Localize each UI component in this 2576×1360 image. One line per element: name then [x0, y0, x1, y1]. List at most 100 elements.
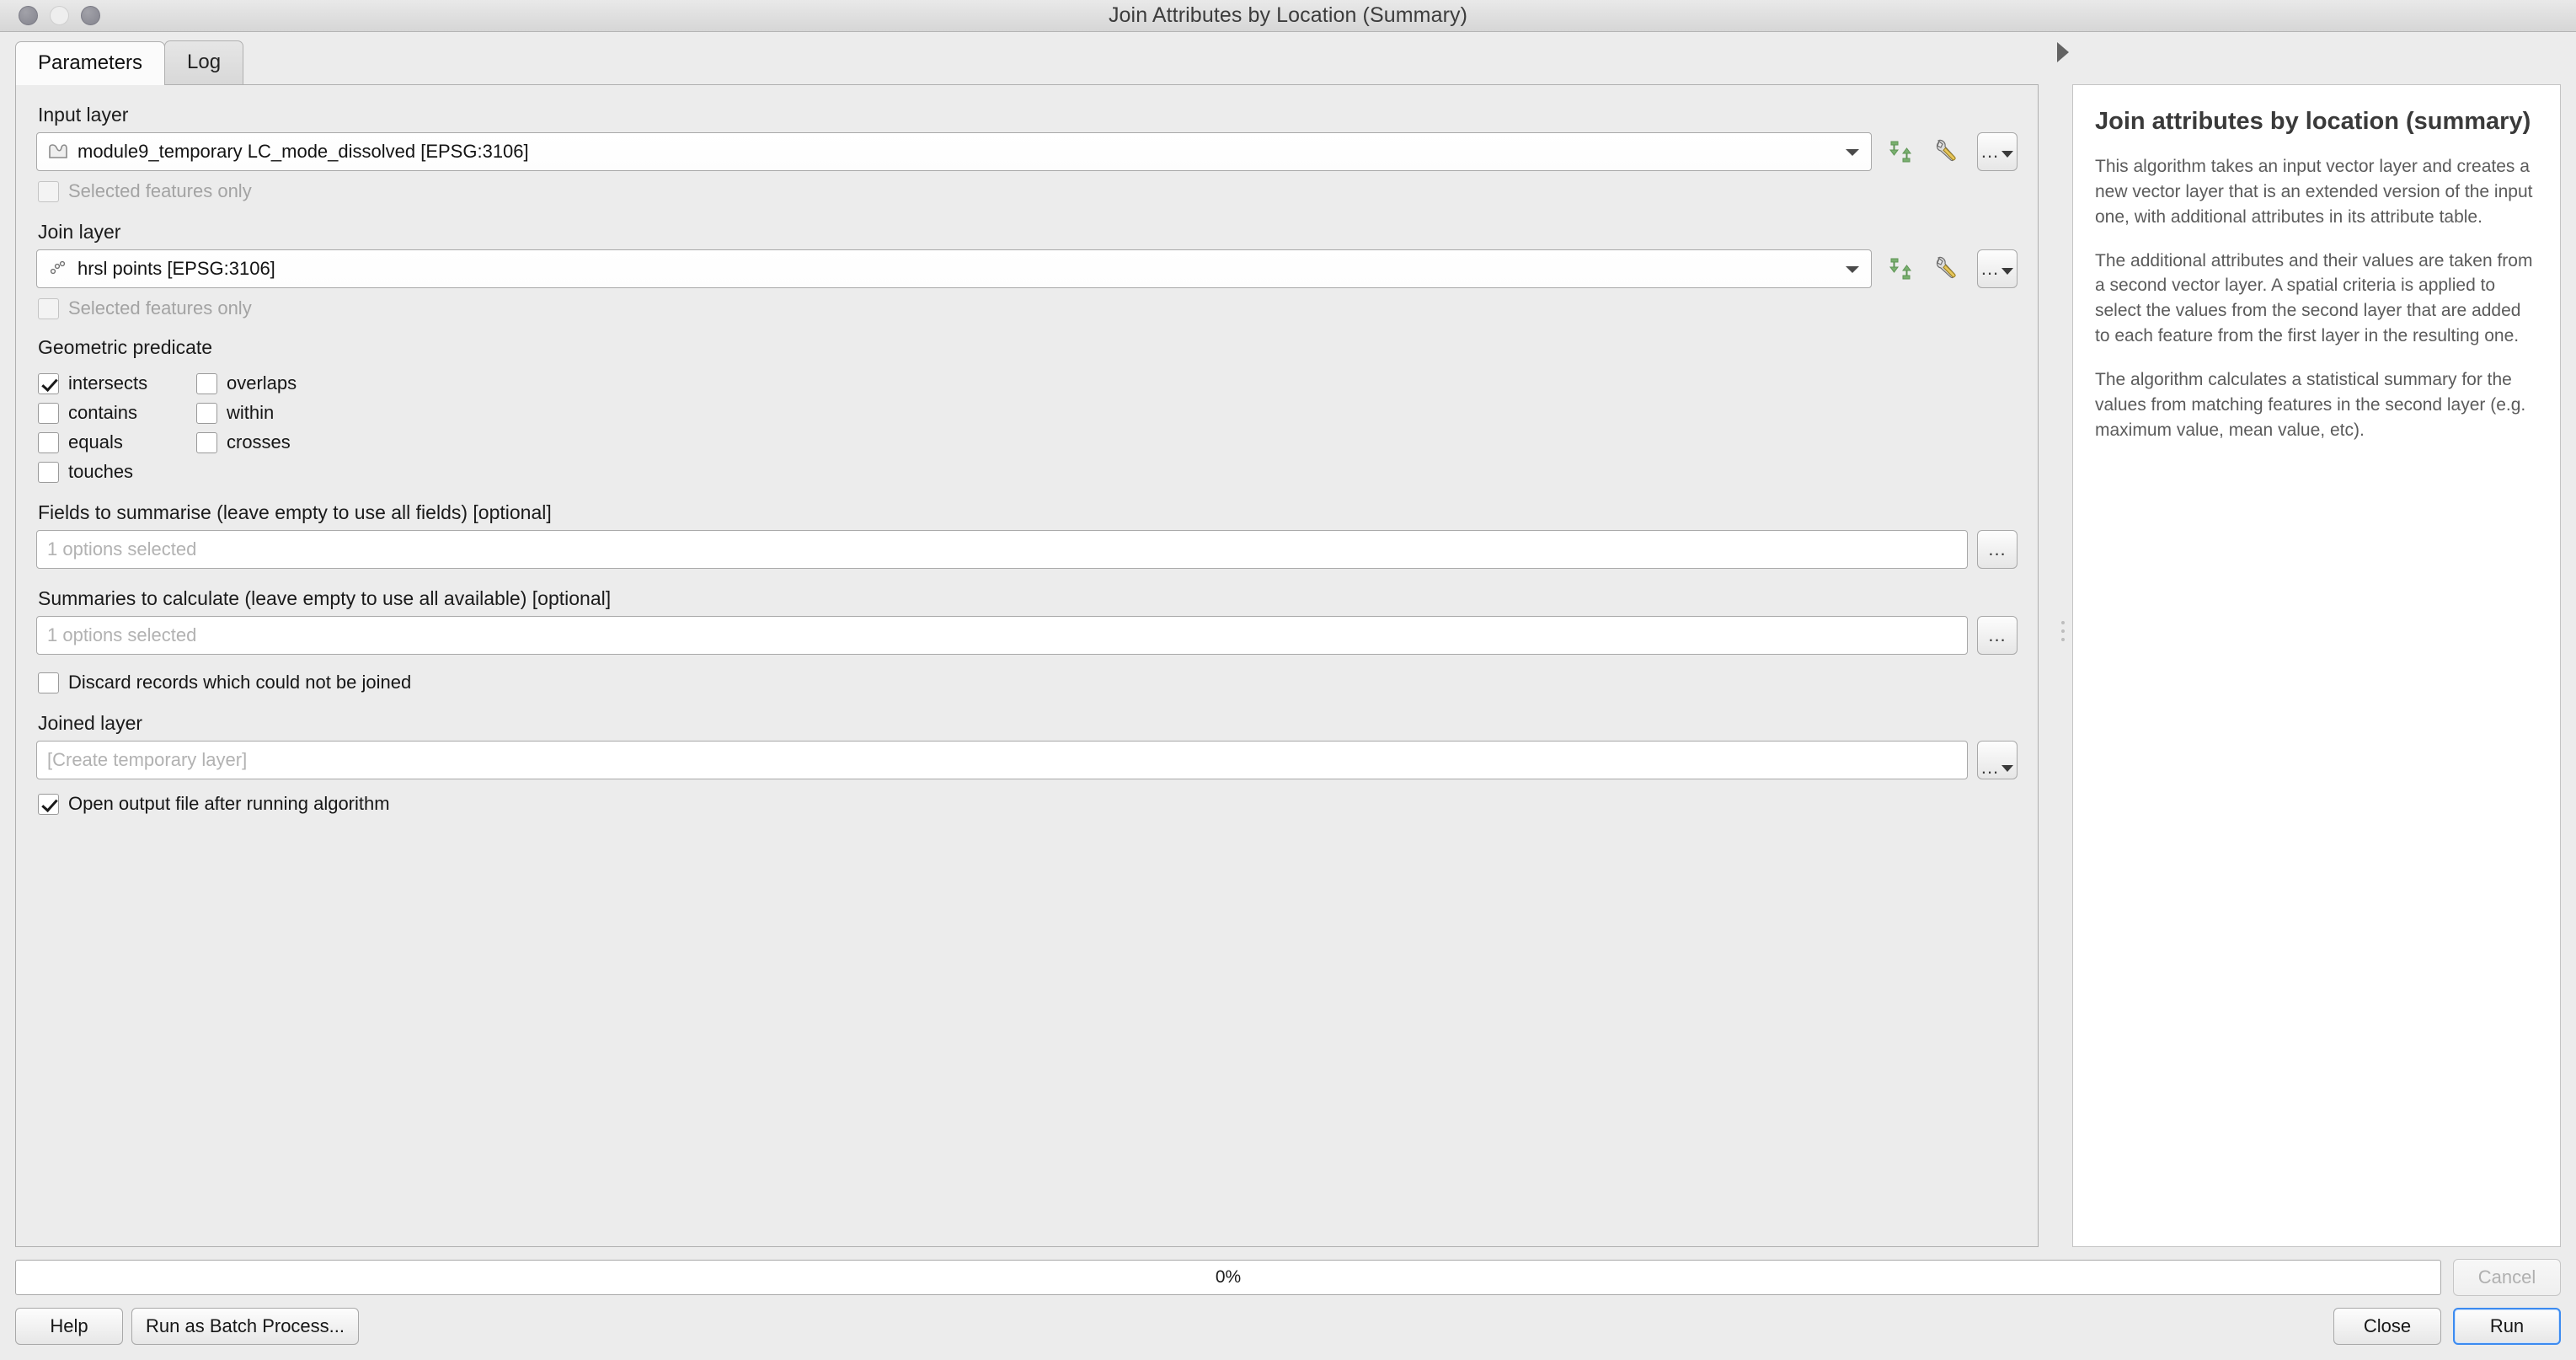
summaries-to-calculate-label: Summaries to calculate (leave empty to u…: [38, 587, 612, 609]
point-layer-icon: [45, 258, 71, 280]
joined-layer-label: Joined layer: [38, 712, 143, 734]
help-paragraph: This algorithm takes an input vector lay…: [2095, 157, 2533, 227]
run-button[interactable]: Run: [2453, 1308, 2561, 1345]
window-titlebar: Join Attributes by Location (Summary): [0, 0, 2576, 32]
geometric-predicate-label: Geometric predicate: [38, 336, 213, 358]
predicate-within[interactable]: within: [196, 402, 353, 424]
splitter-handle[interactable]: [2054, 32, 2072, 1247]
fields-to-summarise-browse-button[interactable]: ...: [1977, 530, 2018, 569]
predicate-crosses-label: crosses: [227, 431, 291, 452]
predicate-crosses[interactable]: crosses: [196, 431, 353, 453]
join-layer-value: hrsl points [EPSG:3106]: [77, 258, 275, 279]
predicate-touches-checkbox[interactable]: [38, 461, 59, 483]
predicate-intersects-label: intersects: [68, 372, 148, 394]
dialog-buttons-row: Help Run as Batch Process... Close Run: [15, 1308, 2561, 1345]
footer-bar: 0% Cancel Help Run as Batch Process... C…: [0, 1247, 2576, 1360]
summaries-to-calculate-browse-button[interactable]: ...: [1977, 616, 2018, 655]
fields-to-summarise-row: 1 options selected ...: [36, 530, 2018, 569]
predicate-overlaps-label: overlaps: [227, 372, 297, 394]
geometric-predicate-group: intersects overlaps contains within equa…: [36, 365, 2018, 483]
joined-layer-input[interactable]: [Create temporary layer]: [36, 741, 1968, 779]
help-paragraph: The algorithm calculates a statistical s…: [2095, 369, 2526, 440]
join-layer-more-button[interactable]: ...: [1977, 249, 2018, 288]
window-title: Join Attributes by Location (Summary): [1108, 3, 1468, 27]
discard-records-row[interactable]: Discard records which could not be joine…: [38, 672, 2018, 693]
dialog-buttons-left: Help Run as Batch Process...: [15, 1308, 359, 1345]
caret-down-icon: [2001, 765, 2014, 772]
parameters-pane: Parameters Log Input layer module9_tempo…: [0, 32, 2054, 1247]
content-area: Parameters Log Input layer module9_tempo…: [0, 32, 2576, 1247]
summaries-to-calculate-row: 1 options selected ...: [36, 616, 2018, 655]
predicate-row: contains within: [36, 394, 2018, 424]
predicate-within-checkbox[interactable]: [196, 402, 217, 424]
predicate-equals-checkbox[interactable]: [38, 431, 59, 453]
iterate-icon[interactable]: [1881, 249, 1920, 288]
join-selected-features-label: Selected features only: [68, 297, 252, 319]
splitter-grip-icon: [2061, 621, 2065, 641]
ellipsis-icon: ...: [1980, 141, 2000, 162]
discard-records-checkbox[interactable]: [38, 672, 59, 693]
fields-to-summarise-input[interactable]: 1 options selected: [36, 530, 1968, 569]
summaries-to-calculate-input[interactable]: 1 options selected: [36, 616, 1968, 655]
joined-layer-save-button[interactable]: ...: [1977, 741, 2018, 779]
ellipsis-icon: ...: [1980, 757, 2000, 778]
dialog-body: Parameters Log Input layer module9_tempo…: [0, 32, 2576, 1360]
tab-parameters[interactable]: Parameters: [15, 41, 166, 85]
close-dialog-button[interactable]: Close: [2333, 1308, 2441, 1345]
collapse-panel-arrow-icon[interactable]: [2057, 42, 2069, 62]
help-title: Join attributes by location (summary): [2095, 108, 2531, 135]
chevron-down-icon: [1846, 266, 1859, 273]
input-layer-row: module9_temporary LC_mode_dissolved [EPS…: [36, 132, 2018, 171]
predicate-within-label: within: [227, 402, 275, 423]
predicate-contains[interactable]: contains: [38, 402, 195, 424]
join-selected-features-row[interactable]: Selected features only: [38, 297, 2018, 319]
predicate-overlaps[interactable]: overlaps: [196, 372, 353, 394]
progress-row: 0% Cancel: [15, 1259, 2561, 1296]
wrench-icon[interactable]: [1929, 132, 1968, 171]
predicate-contains-checkbox[interactable]: [38, 402, 59, 424]
input-layer-combo[interactable]: module9_temporary LC_mode_dissolved [EPS…: [36, 132, 1872, 171]
input-selected-features-row[interactable]: Selected features only: [38, 180, 2018, 202]
predicate-touches[interactable]: touches: [38, 461, 195, 483]
predicate-overlaps-checkbox[interactable]: [196, 372, 217, 394]
join-selected-features-checkbox[interactable]: [38, 297, 59, 319]
help-panel: Join attributes by location (summary) Th…: [2072, 84, 2561, 1247]
predicate-intersects-checkbox[interactable]: [38, 372, 59, 394]
polygon-layer-icon: [45, 141, 71, 163]
predicate-touches-label: touches: [68, 461, 134, 482]
open-output-checkbox[interactable]: [38, 793, 59, 815]
discard-records-label: Discard records which could not be joine…: [68, 672, 412, 693]
predicate-equals[interactable]: equals: [38, 431, 195, 453]
iterate-icon[interactable]: [1881, 132, 1920, 171]
chevron-down-icon: [1846, 149, 1859, 156]
join-layer-combo[interactable]: hrsl points [EPSG:3106]: [36, 249, 1872, 288]
dialog-buttons-right: Close Run: [2333, 1308, 2561, 1345]
input-layer-value: module9_temporary LC_mode_dissolved [EPS…: [77, 141, 529, 162]
input-selected-features-label: Selected features only: [68, 180, 252, 201]
join-layer-row: hrsl points [EPSG:3106] ...: [36, 249, 2018, 288]
tab-bar: Parameters Log: [15, 40, 2039, 85]
predicate-crosses-checkbox[interactable]: [196, 431, 217, 453]
input-selected-features-checkbox[interactable]: [38, 180, 59, 202]
help-button[interactable]: Help: [15, 1308, 123, 1345]
caret-down-icon: [2001, 151, 2014, 158]
run-as-batch-button[interactable]: Run as Batch Process...: [131, 1308, 359, 1345]
tab-log[interactable]: Log: [164, 40, 244, 84]
help-paragraph: The additional attributes and their valu…: [2095, 250, 2533, 346]
predicate-row: intersects overlaps: [36, 365, 2018, 394]
caret-down-icon: [2001, 268, 2014, 275]
open-output-row[interactable]: Open output file after running algorithm: [38, 793, 2018, 815]
ellipsis-icon: ...: [1980, 258, 2000, 279]
ellipsis-icon: ...: [1988, 538, 2007, 560]
cancel-button[interactable]: Cancel: [2453, 1259, 2561, 1296]
parameters-panel: Input layer module9_temporary LC_mode_di…: [15, 84, 2039, 1247]
fields-to-summarise-label: Fields to summarise (leave empty to use …: [38, 501, 552, 523]
join-layer-label: Join layer: [38, 221, 121, 243]
input-layer-more-button[interactable]: ...: [1977, 132, 2018, 171]
wrench-icon[interactable]: [1929, 249, 1968, 288]
progress-bar: 0%: [15, 1260, 2441, 1295]
predicate-row: touches: [36, 453, 2018, 483]
predicate-row: equals crosses: [36, 424, 2018, 453]
input-layer-label: Input layer: [38, 104, 129, 126]
predicate-intersects[interactable]: intersects: [38, 372, 195, 394]
